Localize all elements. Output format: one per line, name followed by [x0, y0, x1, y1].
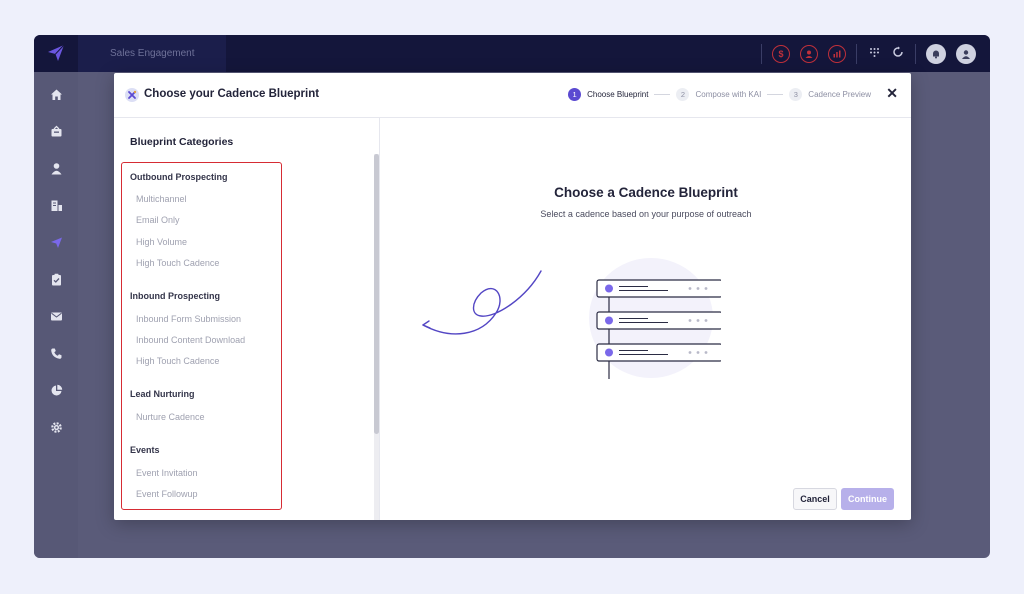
cadence-blueprint-modal: Choose your Cadence Blueprint 1 Choose B…	[114, 73, 911, 520]
user-avatar-icon[interactable]	[956, 43, 976, 64]
refresh-icon[interactable]	[891, 46, 905, 61]
side-navigation	[34, 72, 78, 558]
divider	[915, 43, 916, 64]
accounts-icon[interactable]	[48, 197, 64, 213]
divider	[856, 43, 857, 64]
dialpad-icon[interactable]	[867, 47, 881, 61]
app-title-tab[interactable]: Sales Engagement	[78, 35, 226, 72]
continue-button[interactable]: Continue	[841, 488, 894, 510]
inbox-icon[interactable]	[48, 123, 64, 139]
step-2-label: Compose with KAI	[695, 90, 762, 99]
category-item-nurture[interactable]: Nurture Cadence	[136, 412, 205, 422]
category-item-multichannel[interactable]: Multichannel	[136, 194, 187, 204]
cadence-icon[interactable]	[48, 234, 64, 250]
phone-icon[interactable]	[48, 345, 64, 361]
kai-logo-icon	[125, 88, 139, 102]
blueprint-categories-panel: Blueprint Categories Outbound Prospectin…	[114, 118, 380, 520]
empty-state-title: Choose a Cadence Blueprint	[554, 185, 738, 200]
reports-icon[interactable]	[48, 382, 64, 398]
category-heading-lead-nurturing: Lead Nurturing	[130, 389, 195, 399]
category-heading-outbound: Outbound Prospecting	[130, 172, 228, 182]
category-item-email-only[interactable]: Email Only	[136, 215, 180, 225]
notification-icon[interactable]	[926, 43, 946, 64]
category-item-event-invitation[interactable]: Event Invitation	[136, 468, 198, 478]
scrollbar-thumb[interactable]	[374, 154, 379, 434]
settings-icon[interactable]	[48, 419, 64, 435]
blueprint-detail-panel: Choose a Cadence Blueprint Select a cade…	[381, 118, 911, 520]
paper-plane-icon[interactable]	[46, 43, 66, 63]
modal-header: Choose your Cadence Blueprint 1 Choose B…	[114, 73, 911, 118]
dollar-icon[interactable]: $	[772, 44, 790, 63]
scrollbar[interactable]	[374, 154, 379, 520]
home-icon[interactable]	[48, 86, 64, 102]
divider	[761, 43, 762, 64]
chart-icon[interactable]	[828, 44, 846, 63]
category-item-high-touch-inbound[interactable]: High Touch Cadence	[136, 356, 219, 366]
category-item-inbound-content[interactable]: Inbound Content Download	[136, 335, 245, 345]
tasks-icon[interactable]	[48, 271, 64, 287]
panel-title: Blueprint Categories	[130, 136, 234, 148]
empty-state-subtitle: Select a cadence based on your purpose o…	[540, 209, 752, 219]
category-item-high-volume[interactable]: High Volume	[136, 237, 187, 247]
step-3-number: 3	[789, 88, 803, 101]
step-indicator: 1 Choose Blueprint 2 Compose with KAI 3 …	[568, 88, 871, 101]
step-connector	[654, 94, 671, 95]
category-heading-events: Events	[130, 445, 160, 455]
step-connector	[767, 94, 784, 95]
step-1-number: 1	[568, 88, 582, 101]
category-item-high-touch-outbound[interactable]: High Touch Cadence	[136, 258, 219, 268]
category-heading-inbound: Inbound Prospecting	[130, 291, 220, 301]
user-icon[interactable]	[48, 160, 64, 176]
step-2-number: 2	[676, 88, 690, 101]
cancel-button[interactable]: Cancel	[793, 488, 837, 510]
contact-icon[interactable]	[800, 44, 818, 63]
category-list: Outbound Prospecting Multichannel Email …	[121, 162, 282, 510]
top-bar: Sales Engagement $	[34, 35, 990, 72]
category-item-event-followup[interactable]: Event Followup	[136, 489, 198, 499]
step-3-label: Cadence Preview	[808, 90, 871, 99]
top-bar-actions: $	[761, 35, 976, 72]
category-item-inbound-form[interactable]: Inbound Form Submission	[136, 314, 241, 324]
email-icon[interactable]	[48, 308, 64, 324]
cadence-illustration	[422, 258, 721, 379]
modal-title: Choose your Cadence Blueprint	[144, 88, 320, 100]
step-1-label: Choose Blueprint	[587, 90, 649, 99]
close-icon[interactable]: ✕	[886, 85, 898, 101]
